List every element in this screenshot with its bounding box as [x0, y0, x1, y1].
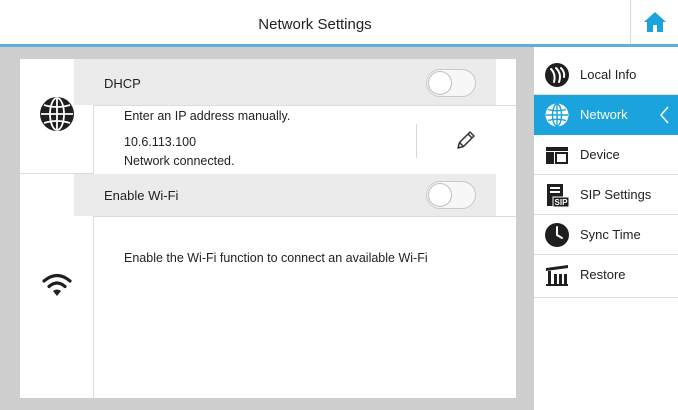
sidebar-item-local-info[interactable]: Local Info [534, 55, 678, 95]
wifi-icon [42, 273, 72, 296]
restore-icon [546, 265, 568, 286]
dhcp-label: DHCP [104, 76, 141, 91]
wifi-enable-label: Enable Wi-Fi [104, 188, 179, 203]
edit-ip-button[interactable] [454, 128, 478, 157]
row-separator [94, 216, 516, 217]
globe-icon [40, 97, 74, 131]
manual-ip-hint: Enter an IP address manually. [124, 109, 291, 123]
sidebar-item-label: Local Info [580, 67, 637, 82]
sip-icon: SIP [547, 184, 570, 208]
network-status: Network connected. [124, 154, 235, 168]
sidebar-item-label: Device [580, 147, 620, 162]
device-icon [546, 147, 568, 164]
pencil-icon [457, 131, 475, 149]
sidebar-item-sip-settings[interactable]: SIP SIP Settings [534, 175, 678, 215]
svg-text:SIP: SIP [555, 198, 569, 207]
row-separator [94, 105, 516, 106]
page-title: Network Settings [258, 16, 372, 33]
wifi-toggle-knob [428, 183, 452, 207]
chevron-left-icon [660, 106, 669, 124]
home-icon [643, 12, 666, 32]
wifi-hint: Enable the Wi-Fi function to connect an … [124, 251, 428, 265]
section-icon-column [20, 59, 94, 398]
sidebar-item-sync-time[interactable]: Sync Time [534, 215, 678, 255]
dhcp-row: DHCP [74, 59, 496, 105]
home-button[interactable] [630, 0, 678, 44]
local-info-icon [545, 63, 569, 87]
edit-divider [416, 124, 417, 158]
globe-icon [545, 103, 569, 127]
dhcp-toggle[interactable] [426, 69, 476, 97]
ip-address-value: 10.6.113.100 [124, 135, 197, 149]
sidebar-item-restore[interactable]: Restore [534, 255, 678, 298]
sidebar-item-label: Restore [580, 267, 626, 282]
header-bar: Network Settings [0, 0, 678, 44]
sidebar-item-label: Sync Time [580, 227, 641, 242]
sidebar-item-label: SIP Settings [580, 187, 652, 202]
sidebar-item-label: Network [580, 107, 628, 122]
wifi-toggle[interactable] [426, 181, 476, 209]
sidebar-item-network[interactable]: Network [534, 95, 678, 135]
clock-icon [545, 223, 569, 247]
dhcp-toggle-knob [428, 71, 452, 95]
sidebar-item-device[interactable]: Device [534, 135, 678, 175]
wifi-row: Enable Wi-Fi [74, 174, 496, 216]
